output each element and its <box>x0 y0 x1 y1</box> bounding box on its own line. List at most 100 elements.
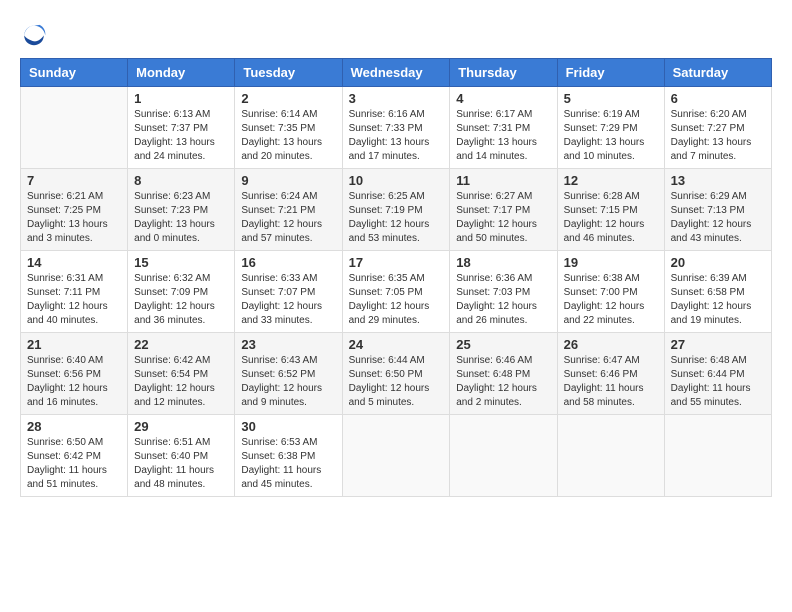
calendar-day-cell <box>664 415 771 497</box>
calendar-day-cell: 7 Sunrise: 6:21 AMSunset: 7:25 PMDaylight… <box>21 169 128 251</box>
day-info: Sunrise: 6:20 AMSunset: 7:27 PMDaylight:… <box>671 108 765 164</box>
day-info: Sunrise: 6:44 AMSunset: 6:50 PMDaylight:… <box>349 354 444 410</box>
day-number: 29 <box>134 419 228 434</box>
day-info: Sunrise: 6:29 AMSunset: 7:13 PMDaylight:… <box>671 190 765 246</box>
page-header <box>20 20 772 48</box>
weekday-header: Wednesday <box>342 59 450 87</box>
day-info: Sunrise: 6:35 AMSunset: 7:05 PMDaylight:… <box>349 272 444 328</box>
calendar-day-cell: 30 Sunrise: 6:53 AMSunset: 6:38 PMDayligh… <box>235 415 342 497</box>
calendar-day-cell <box>21 87 128 169</box>
calendar-day-cell: 5 Sunrise: 6:19 AMSunset: 7:29 PMDaylight… <box>557 87 664 169</box>
day-number: 23 <box>241 337 335 352</box>
calendar-day-cell: 26 Sunrise: 6:47 AMSunset: 6:46 PMDayligh… <box>557 333 664 415</box>
calendar-day-cell <box>450 415 557 497</box>
day-number: 20 <box>671 255 765 270</box>
day-number: 6 <box>671 91 765 106</box>
day-number: 16 <box>241 255 335 270</box>
day-number: 17 <box>349 255 444 270</box>
calendar-day-cell: 23 Sunrise: 6:43 AMSunset: 6:52 PMDayligh… <box>235 333 342 415</box>
calendar-day-cell: 24Sunrise: 6:44 AMSunset: 6:50 PMDayligh… <box>342 333 450 415</box>
weekday-header: Tuesday <box>235 59 342 87</box>
calendar-day-cell: 19 Sunrise: 6:38 AMSunset: 7:00 PMDayligh… <box>557 251 664 333</box>
calendar-day-cell: 3 Sunrise: 6:16 AMSunset: 7:33 PMDaylight… <box>342 87 450 169</box>
day-info: Sunrise: 6:21 AMSunset: 7:25 PMDaylight:… <box>27 190 121 246</box>
day-info: Sunrise: 6:31 AMSunset: 7:11 PMDaylight:… <box>27 272 121 328</box>
day-number: 11 <box>456 173 550 188</box>
day-number: 18 <box>456 255 550 270</box>
day-number: 28 <box>27 419 121 434</box>
day-info: Sunrise: 6:43 AMSunset: 6:52 PMDaylight:… <box>241 354 335 410</box>
day-info: Sunrise: 6:32 AMSunset: 7:09 PMDaylight:… <box>134 272 228 328</box>
logo <box>20 20 52 48</box>
day-number: 13 <box>671 173 765 188</box>
day-info: Sunrise: 6:28 AMSunset: 7:15 PMDaylight:… <box>564 190 658 246</box>
day-number: 10 <box>349 173 444 188</box>
weekday-header: Saturday <box>664 59 771 87</box>
day-number: 5 <box>564 91 658 106</box>
day-info: Sunrise: 6:23 AMSunset: 7:23 PMDaylight:… <box>134 190 228 246</box>
calendar-day-cell: 18 Sunrise: 6:36 AMSunset: 7:03 PMDayligh… <box>450 251 557 333</box>
day-info: Sunrise: 6:16 AMSunset: 7:33 PMDaylight:… <box>349 108 444 164</box>
day-info: Sunrise: 6:51 AMSunset: 6:40 PMDaylight:… <box>134 436 228 492</box>
weekday-header: Friday <box>557 59 664 87</box>
day-number: 26 <box>564 337 658 352</box>
calendar-header-row: SundayMondayTuesdayWednesdayThursdayFrid… <box>21 59 772 87</box>
calendar-day-cell: 1 Sunrise: 6:13 AMSunset: 7:37 PMDaylight… <box>128 87 235 169</box>
day-number: 3 <box>349 91 444 106</box>
day-number: 1 <box>134 91 228 106</box>
calendar-week-row: 21 Sunrise: 6:40 AMSunset: 6:56 PMDayligh… <box>21 333 772 415</box>
calendar-day-cell <box>557 415 664 497</box>
calendar-week-row: 7 Sunrise: 6:21 AMSunset: 7:25 PMDaylight… <box>21 169 772 251</box>
calendar-week-row: 14 Sunrise: 6:31 AMSunset: 7:11 PMDayligh… <box>21 251 772 333</box>
day-info: Sunrise: 6:25 AMSunset: 7:19 PMDaylight:… <box>349 190 444 246</box>
calendar: SundayMondayTuesdayWednesdayThursdayFrid… <box>20 58 772 497</box>
calendar-day-cell: 28Sunrise: 6:50 AMSunset: 6:42 PMDayligh… <box>21 415 128 497</box>
day-number: 4 <box>456 91 550 106</box>
calendar-day-cell: 4Sunrise: 6:17 AMSunset: 7:31 PMDaylight… <box>450 87 557 169</box>
day-number: 27 <box>671 337 765 352</box>
calendar-day-cell: 20 Sunrise: 6:39 AMSunset: 6:58 PMDayligh… <box>664 251 771 333</box>
day-info: Sunrise: 6:13 AMSunset: 7:37 PMDaylight:… <box>134 108 228 164</box>
calendar-day-cell: 29 Sunrise: 6:51 AMSunset: 6:40 PMDayligh… <box>128 415 235 497</box>
day-info: Sunrise: 6:14 AMSunset: 7:35 PMDaylight:… <box>241 108 335 164</box>
calendar-day-cell: 22Sunrise: 6:42 AMSunset: 6:54 PMDayligh… <box>128 333 235 415</box>
day-info: Sunrise: 6:24 AMSunset: 7:21 PMDaylight:… <box>241 190 335 246</box>
day-number: 8 <box>134 173 228 188</box>
calendar-day-cell <box>342 415 450 497</box>
day-info: Sunrise: 6:48 AMSunset: 6:44 PMDaylight:… <box>671 354 765 410</box>
weekday-header: Thursday <box>450 59 557 87</box>
day-info: Sunrise: 6:38 AMSunset: 7:00 PMDaylight:… <box>564 272 658 328</box>
calendar-week-row: 1 Sunrise: 6:13 AMSunset: 7:37 PMDaylight… <box>21 87 772 169</box>
day-info: Sunrise: 6:27 AMSunset: 7:17 PMDaylight:… <box>456 190 550 246</box>
day-info: Sunrise: 6:39 AMSunset: 6:58 PMDaylight:… <box>671 272 765 328</box>
calendar-day-cell: 17 Sunrise: 6:35 AMSunset: 7:05 PMDayligh… <box>342 251 450 333</box>
day-number: 15 <box>134 255 228 270</box>
logo-icon <box>20 20 48 48</box>
day-info: Sunrise: 6:33 AMSunset: 7:07 PMDaylight:… <box>241 272 335 328</box>
calendar-day-cell: 15 Sunrise: 6:32 AMSunset: 7:09 PMDayligh… <box>128 251 235 333</box>
calendar-day-cell: 6 Sunrise: 6:20 AMSunset: 7:27 PMDaylight… <box>664 87 771 169</box>
day-number: 21 <box>27 337 121 352</box>
calendar-day-cell: 27 Sunrise: 6:48 AMSunset: 6:44 PMDayligh… <box>664 333 771 415</box>
calendar-day-cell: 9 Sunrise: 6:24 AMSunset: 7:21 PMDaylight… <box>235 169 342 251</box>
calendar-day-cell: 21 Sunrise: 6:40 AMSunset: 6:56 PMDayligh… <box>21 333 128 415</box>
day-number: 30 <box>241 419 335 434</box>
calendar-day-cell: 14 Sunrise: 6:31 AMSunset: 7:11 PMDayligh… <box>21 251 128 333</box>
calendar-day-cell: 13 Sunrise: 6:29 AMSunset: 7:13 PMDayligh… <box>664 169 771 251</box>
day-number: 9 <box>241 173 335 188</box>
calendar-day-cell: 16 Sunrise: 6:33 AMSunset: 7:07 PMDayligh… <box>235 251 342 333</box>
day-number: 19 <box>564 255 658 270</box>
day-info: Sunrise: 6:47 AMSunset: 6:46 PMDaylight:… <box>564 354 658 410</box>
weekday-header: Monday <box>128 59 235 87</box>
calendar-week-row: 28Sunrise: 6:50 AMSunset: 6:42 PMDayligh… <box>21 415 772 497</box>
day-number: 7 <box>27 173 121 188</box>
weekday-header: Sunday <box>21 59 128 87</box>
day-info: Sunrise: 6:36 AMSunset: 7:03 PMDaylight:… <box>456 272 550 328</box>
day-number: 2 <box>241 91 335 106</box>
day-info: Sunrise: 6:19 AMSunset: 7:29 PMDaylight:… <box>564 108 658 164</box>
day-info: Sunrise: 6:53 AMSunset: 6:38 PMDaylight:… <box>241 436 335 492</box>
day-number: 14 <box>27 255 121 270</box>
calendar-day-cell: 12Sunrise: 6:28 AMSunset: 7:15 PMDayligh… <box>557 169 664 251</box>
day-info: Sunrise: 6:40 AMSunset: 6:56 PMDaylight:… <box>27 354 121 410</box>
calendar-day-cell: 11 Sunrise: 6:27 AMSunset: 7:17 PMDayligh… <box>450 169 557 251</box>
